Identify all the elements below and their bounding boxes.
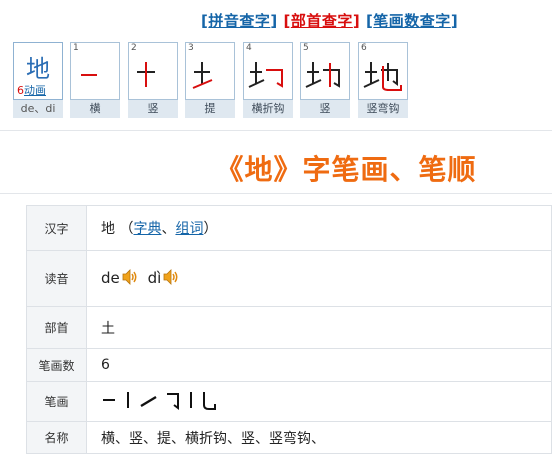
stroke-glyph-4: [248, 62, 283, 88]
stroke-count-number: 6: [17, 84, 24, 97]
stroke-count-animate: 6动画: [17, 82, 46, 98]
divider: [0, 193, 552, 194]
row-value: de dì: [86, 250, 552, 307]
character-info-table: 汉字 地 （字典、组词） 读音 de dì 部首 土 笔画数 6 笔画 名称 横…: [26, 205, 552, 454]
paren-close: ）: [203, 221, 218, 237]
bracket: ]: [352, 12, 361, 30]
stroke-shape-shuwangou: [203, 391, 216, 410]
stroke-step-4[interactable]: 4 横折钩: [243, 42, 293, 120]
stroke-name: 竖: [128, 100, 178, 118]
stroke-box: 5: [300, 42, 350, 100]
table-row: 笔画: [26, 381, 552, 422]
row-label: 汉字: [26, 205, 87, 251]
separator: 、: [161, 221, 176, 237]
row-label: 笔画数: [26, 348, 87, 382]
table-row: 汉字 地 （字典、组词）: [26, 205, 552, 251]
stroke-glyph-2: [137, 62, 155, 87]
hanzi-char: 地: [101, 221, 115, 237]
stroke-count-search-link[interactable]: 笔画数查字: [373, 12, 451, 30]
pinyin-di: dì: [147, 268, 162, 287]
stroke-name: 横折钩: [243, 100, 293, 118]
bracket: ]: [270, 12, 278, 30]
stroke-step-5[interactable]: 5 竖: [300, 42, 350, 120]
row-value: 地 （字典、组词）: [86, 205, 552, 251]
row-label: 读音: [26, 250, 87, 307]
row-value: [86, 381, 552, 422]
stroke-step-1[interactable]: 1 横: [70, 42, 120, 120]
stroke-number: 1: [73, 43, 79, 53]
stroke-number: 4: [246, 43, 252, 53]
stroke-box: 3: [185, 42, 235, 100]
pinyin-search-link[interactable]: 拼音查字: [208, 12, 270, 30]
radical-search-link[interactable]: 部首查字: [291, 12, 353, 30]
word-group-link[interactable]: 组词: [175, 221, 203, 237]
character-box: 地 6动画: [13, 42, 63, 100]
stroke-step-6[interactable]: 6 竖弯钩: [358, 42, 408, 120]
row-label: 笔画: [26, 381, 87, 422]
stroke-number: 2: [131, 43, 137, 53]
stroke-shape-ti: [140, 395, 157, 407]
stroke-glyph-5: [305, 62, 340, 88]
speaker-icon[interactable]: [162, 268, 180, 289]
stroke-glyph-3: [192, 62, 213, 89]
character-glyph: 地: [26, 55, 50, 83]
radical-value: 土: [86, 306, 552, 349]
table-row: 笔画数 6: [26, 348, 552, 382]
stroke-name: 提: [185, 100, 235, 118]
stroke-box: 4: [243, 42, 293, 100]
animate-link[interactable]: 动画: [24, 84, 46, 97]
stroke-number: 3: [188, 43, 194, 53]
stroke-box: 6: [358, 42, 408, 100]
pinyin-de: de: [101, 268, 120, 287]
stroke-name: 横: [70, 100, 120, 118]
stroke-shapes: [103, 391, 216, 410]
row-label: 部首: [26, 306, 87, 349]
speaker-icon[interactable]: [121, 268, 139, 289]
character-card[interactable]: 地 6动画 de、di: [13, 42, 63, 120]
stroke-shape-hengzhegou: [167, 392, 179, 410]
page-title: 《地》字笔画、笔顺: [215, 153, 477, 186]
divider: [0, 130, 552, 131]
stroke-name: 竖: [300, 100, 350, 118]
stroke-name: 竖弯钩: [358, 100, 408, 118]
stroke-box: 2: [128, 42, 178, 100]
search-nav: [拼音查字] [部首查字] [笔画数查字]: [201, 10, 458, 31]
stroke-number: 5: [303, 43, 309, 53]
stroke-number: 6: [361, 43, 367, 53]
dictionary-link[interactable]: 字典: [133, 221, 161, 237]
bracket: [: [283, 12, 291, 30]
stroke-glyph-6: [363, 62, 402, 91]
table-row: 读音 de dì: [26, 250, 552, 307]
stroke-step-2[interactable]: 2 竖: [128, 42, 178, 120]
stroke-count-value: 6: [86, 348, 552, 382]
stroke-box: 1: [70, 42, 120, 100]
paren-open: （: [115, 221, 134, 237]
stroke-glyph-1: [81, 74, 97, 76]
character-pinyin: de、di: [13, 100, 63, 118]
stroke-step-3[interactable]: 3 提: [185, 42, 235, 120]
table-row: 部首 土: [26, 306, 552, 349]
bracket: ]: [450, 12, 459, 30]
